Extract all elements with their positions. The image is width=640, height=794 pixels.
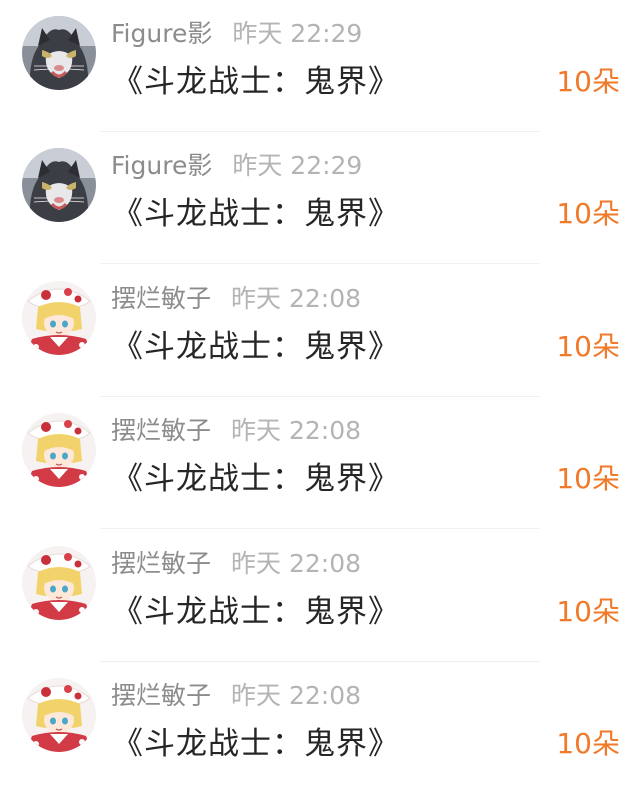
list-item[interactable]: 摆烂敏子 昨天 22:08 《斗龙战士：鬼界》 10朵 [0,397,640,529]
list-item[interactable]: 摆烂敏子 昨天 22:08 《斗龙战士：鬼界》 10朵 [0,265,640,397]
gift-name: 《斗龙战士：鬼界》 [112,64,400,100]
anime-girl-avatar-image [22,678,96,752]
anime-girl-avatar[interactable] [22,413,96,487]
divider [100,263,540,264]
anime-girl-avatar[interactable] [22,281,96,355]
gift-name: 《斗龙战士：鬼界》 [112,461,400,497]
item-meta: Figure影 昨天 22:29 [111,146,362,182]
item-meta: 摆烂敏子 昨天 22:08 [111,544,361,580]
gift-count: 10朵 [556,65,620,98]
anime-girl-avatar-image [22,413,96,487]
gift-count: 10朵 [556,595,620,628]
username[interactable]: 摆烂敏子 [111,279,211,315]
anime-girl-avatar-image [22,281,96,355]
divider [100,528,540,529]
timestamp: 昨天 22:29 [232,19,363,48]
cat-avatar-image [22,16,96,90]
gift-count: 10朵 [556,330,620,363]
list-item[interactable]: 摆烂敏子 昨天 22:08 《斗龙战士：鬼界》 10朵 [0,530,640,662]
cat-avatar[interactable] [22,148,96,222]
username[interactable]: 摆烂敏子 [111,544,211,580]
item-meta: 摆烂敏子 昨天 22:08 [111,411,361,447]
item-meta: 摆烂敏子 昨天 22:08 [111,676,361,712]
item-meta: Figure影 昨天 22:29 [111,14,362,50]
cat-avatar-image [22,148,96,222]
timestamp: 昨天 22:08 [231,549,362,578]
anime-girl-avatar-image [22,546,96,620]
anime-girl-avatar[interactable] [22,678,96,752]
username[interactable]: 摆烂敏子 [111,676,211,712]
cat-avatar[interactable] [22,16,96,90]
list-item[interactable]: Figure影 昨天 22:29 《斗龙战士：鬼界》 10朵 [0,132,640,264]
username[interactable]: Figure影 [111,146,212,182]
gift-name: 《斗龙战士：鬼界》 [112,726,400,762]
username[interactable]: Figure影 [111,14,212,50]
gift-name: 《斗龙战士：鬼界》 [112,594,400,630]
timestamp: 昨天 22:29 [232,151,363,180]
gift-name: 《斗龙战士：鬼界》 [112,196,400,232]
gift-count: 10朵 [556,197,620,230]
gift-name: 《斗龙战士：鬼界》 [112,329,400,365]
gift-count: 10朵 [556,462,620,495]
username[interactable]: 摆烂敏子 [111,411,211,447]
timestamp: 昨天 22:08 [231,284,362,313]
timestamp: 昨天 22:08 [231,416,362,445]
list-item[interactable]: 摆烂敏子 昨天 22:08 《斗龙战士：鬼界》 10朵 [0,662,640,794]
timestamp: 昨天 22:08 [231,681,362,710]
item-meta: 摆烂敏子 昨天 22:08 [111,279,361,315]
gift-count: 10朵 [556,727,620,760]
list-item[interactable]: Figure影 昨天 22:29 《斗龙战士：鬼界》 10朵 [0,0,640,132]
anime-girl-avatar[interactable] [22,546,96,620]
gift-record-list: Figure影 昨天 22:29 《斗龙战士：鬼界》 10朵 Figure影 昨… [0,0,640,793]
